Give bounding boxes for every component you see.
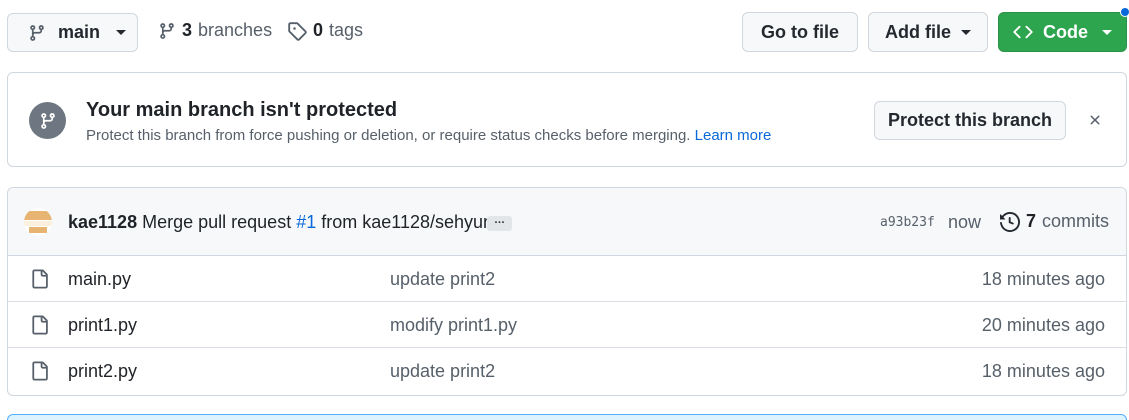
commit-message-prefix[interactable]: Merge pull request [142,212,291,232]
protect-branch-button[interactable]: Protect this branch [874,101,1066,140]
chevron-down-icon [1102,29,1112,35]
pull-request-link[interactable]: #1 [296,212,316,232]
code-label: Code [1043,21,1088,42]
file-row[interactable]: print1.py modify print1.py 20 minutes ag… [8,302,1126,348]
file-icon [32,269,48,289]
file-commit-message[interactable]: update print2 [390,269,495,290]
branch-protection-banner: Your main branch isn't protected Protect… [7,72,1127,167]
banner-description-text: Protect this branch from force pushing o… [86,127,691,144]
branch-name: main [58,22,101,42]
file-name[interactable]: print1.py [68,315,137,336]
protect-branch-label: Protect this branch [887,110,1053,130]
commit-message: kae1128 Merge pull request #1 from kae11… [68,212,493,233]
branches-count: 3 [182,20,193,40]
branches-link[interactable]: 3 branches [158,20,272,41]
branches-label: branches [198,20,273,40]
commits-label: commits [1042,211,1110,231]
tags-link[interactable]: 0 tags [287,20,363,41]
banner-description: Protect this branch from force pushing o… [86,127,771,144]
file-listing: kae1128 Merge pull request #1 from kae11… [7,187,1127,396]
file-row[interactable]: print2.py update print2 18 minutes ago [8,348,1126,394]
commit-author[interactable]: kae1128 [68,212,137,232]
file-icon [32,315,48,335]
expand-commit-button[interactable]: … [487,215,512,231]
chevron-down-icon [116,30,127,35]
code-button[interactable]: Code [998,12,1127,52]
banner-title: Your main branch isn't protected [86,99,398,121]
repo-toolbar: main 3 branches 0 tags Go to file Add fi… [0,0,1129,62]
file-commit-message[interactable]: update print2 [390,361,495,382]
commits-history-link[interactable]: 7 commits [1000,211,1109,232]
chevron-down-icon [961,29,971,35]
learn-more-link[interactable]: Learn more [695,127,772,144]
add-file-button[interactable]: Add file [868,12,988,52]
tag-icon [288,21,307,41]
file-updated-time: 18 minutes ago [981,269,1105,289]
commits-count: 7 [1026,211,1037,231]
tags-label: tags [329,20,364,40]
commit-sha[interactable]: a93b23f [880,215,935,230]
latest-commit-bar: kae1128 Merge pull request #1 from kae11… [8,188,1126,256]
commit-message-suffix[interactable]: from kae1128/sehyun [321,212,493,232]
file-name[interactable]: print2.py [68,361,137,382]
file-name[interactable]: main.py [68,269,131,290]
tags-count: 0 [313,20,324,40]
go-to-file-button[interactable]: Go to file [742,12,858,52]
commit-time: now [948,212,982,232]
file-updated-time: 20 minutes ago [981,315,1105,335]
code-icon [1013,25,1033,39]
file-updated-time: 18 minutes ago [981,361,1105,381]
history-icon [1000,211,1020,232]
add-file-label: Add file [885,21,951,42]
notification-dot [1120,7,1129,17]
git-branch-icon [160,22,174,39]
git-branch-icon [29,102,66,139]
file-commit-message[interactable]: modify print1.py [390,315,517,336]
file-icon [32,361,48,381]
close-icon[interactable] [1085,110,1105,130]
file-row[interactable]: main.py update print2 18 minutes ago [8,256,1126,302]
go-to-file-label: Go to file [761,21,839,42]
branch-select-button[interactable]: main [7,13,138,52]
git-branch-icon [30,24,44,41]
readme-box-edge [7,414,1127,420]
avatar[interactable] [24,208,52,236]
